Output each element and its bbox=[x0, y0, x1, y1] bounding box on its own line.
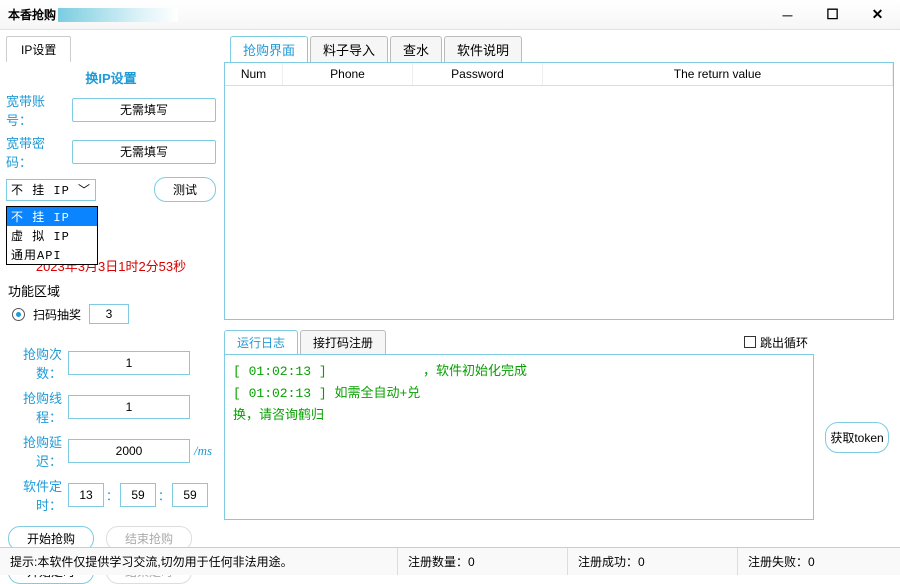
col-phone: Phone bbox=[283, 63, 413, 85]
ip-mode-select[interactable]: 不 挂 IP ﹀ bbox=[6, 179, 96, 201]
get-token-button[interactable]: 获取token bbox=[825, 422, 888, 453]
timer-hour[interactable]: 13 bbox=[68, 483, 104, 507]
delay-unit: /ms bbox=[194, 443, 216, 459]
tab-buy-ui[interactable]: 抢购界面 bbox=[230, 36, 308, 62]
buy-thread-field[interactable]: 1 bbox=[68, 395, 190, 419]
close-button[interactable]: ✕ bbox=[855, 1, 900, 29]
tab-ip-settings[interactable]: IP设置 bbox=[6, 36, 71, 62]
tab-import[interactable]: 料子导入 bbox=[310, 36, 388, 62]
status-reg-count: 注册数量：0 bbox=[398, 548, 568, 575]
buy-count-label: 抢购次数： bbox=[6, 344, 68, 382]
col-num: Num bbox=[225, 63, 283, 85]
log-msg: ，软件初始化完成 bbox=[423, 361, 527, 383]
status-reg-fail: 注册失败：0 bbox=[738, 548, 900, 575]
ip-mode-dropdown[interactable]: 不 挂 IP 虚 拟 IP 通用API bbox=[6, 206, 98, 265]
scan-count-field[interactable]: 3 bbox=[89, 304, 129, 324]
scan-lottery-radio[interactable] bbox=[12, 308, 25, 321]
tab-code-register[interactable]: 接打码注册 bbox=[300, 330, 386, 354]
log-body: [ 01:02:13 ] ，软件初始化完成 [ 01:02:13 ] 如需全自动… bbox=[224, 354, 814, 520]
titlebar: 本香抢购 ─ ☐ ✕ bbox=[0, 0, 900, 30]
chevron-down-icon: ﹀ bbox=[78, 181, 91, 198]
buy-delay-field[interactable]: 2000 bbox=[68, 439, 190, 463]
loop-exit-label: 跳出循环 bbox=[760, 334, 808, 351]
ip-settings-heading: 换IP设置 bbox=[6, 68, 216, 87]
minimize-button[interactable]: ─ bbox=[765, 1, 810, 29]
log-line: [ 01:02:13 ] 如需全自动+兑换，请咨询鹤归 bbox=[233, 383, 805, 427]
window-title: 本香抢购 bbox=[8, 6, 56, 23]
timer-minute[interactable]: 59 bbox=[120, 483, 156, 507]
broadband-account-field[interactable]: 无需填写 bbox=[72, 98, 216, 122]
col-password: Password bbox=[413, 63, 543, 85]
buy-delay-label: 抢购延迟： bbox=[6, 432, 68, 470]
ip-option-0[interactable]: 不 挂 IP bbox=[7, 207, 97, 226]
log-ts: [ 01:02:13 ] bbox=[233, 361, 423, 383]
ip-mode-select-value: 不 挂 IP bbox=[11, 181, 70, 198]
ip-option-2[interactable]: 通用API bbox=[7, 245, 97, 264]
loop-exit-checkbox[interactable]: 跳出循环 bbox=[744, 334, 814, 351]
maximize-button[interactable]: ☐ bbox=[810, 1, 855, 29]
test-button[interactable]: 测试 bbox=[154, 177, 216, 202]
title-accent bbox=[58, 8, 178, 22]
tab-run-log[interactable]: 运行日志 bbox=[224, 330, 298, 354]
tab-about[interactable]: 软件说明 bbox=[444, 36, 522, 62]
log-ts: [ 01:02:13 ] 如需全自动+兑换，请咨询鹤归 bbox=[233, 383, 423, 427]
ip-option-1[interactable]: 虚 拟 IP bbox=[7, 226, 97, 245]
scan-lottery-label: 扫码抽奖 bbox=[33, 306, 81, 323]
status-tip: 提示:本软件仅提供学习交流,切勿用于任何非法用途。 bbox=[0, 548, 398, 575]
status-reg-ok: 注册成功：0 bbox=[568, 548, 738, 575]
buy-thread-label: 抢购线程： bbox=[6, 388, 68, 426]
function-area-heading: 功能区域 bbox=[8, 281, 216, 300]
result-table: Num Phone Password The return value bbox=[224, 62, 894, 320]
broadband-password-label: 宽带密码： bbox=[6, 133, 66, 171]
timer-second[interactable]: 59 bbox=[172, 483, 208, 507]
log-line: [ 01:02:13 ] ，软件初始化完成 bbox=[233, 361, 805, 383]
timer-label: 软件定时： bbox=[6, 476, 68, 514]
broadband-password-field[interactable]: 无需填写 bbox=[72, 140, 216, 164]
buy-count-field[interactable]: 1 bbox=[68, 351, 190, 375]
checkbox-icon bbox=[744, 336, 756, 348]
broadband-account-label: 宽带账号： bbox=[6, 91, 66, 129]
statusbar: 提示:本软件仅提供学习交流,切勿用于任何非法用途。 注册数量：0 注册成功：0 … bbox=[0, 547, 900, 575]
col-return: The return value bbox=[543, 63, 893, 85]
tab-check[interactable]: 查水 bbox=[390, 36, 442, 62]
